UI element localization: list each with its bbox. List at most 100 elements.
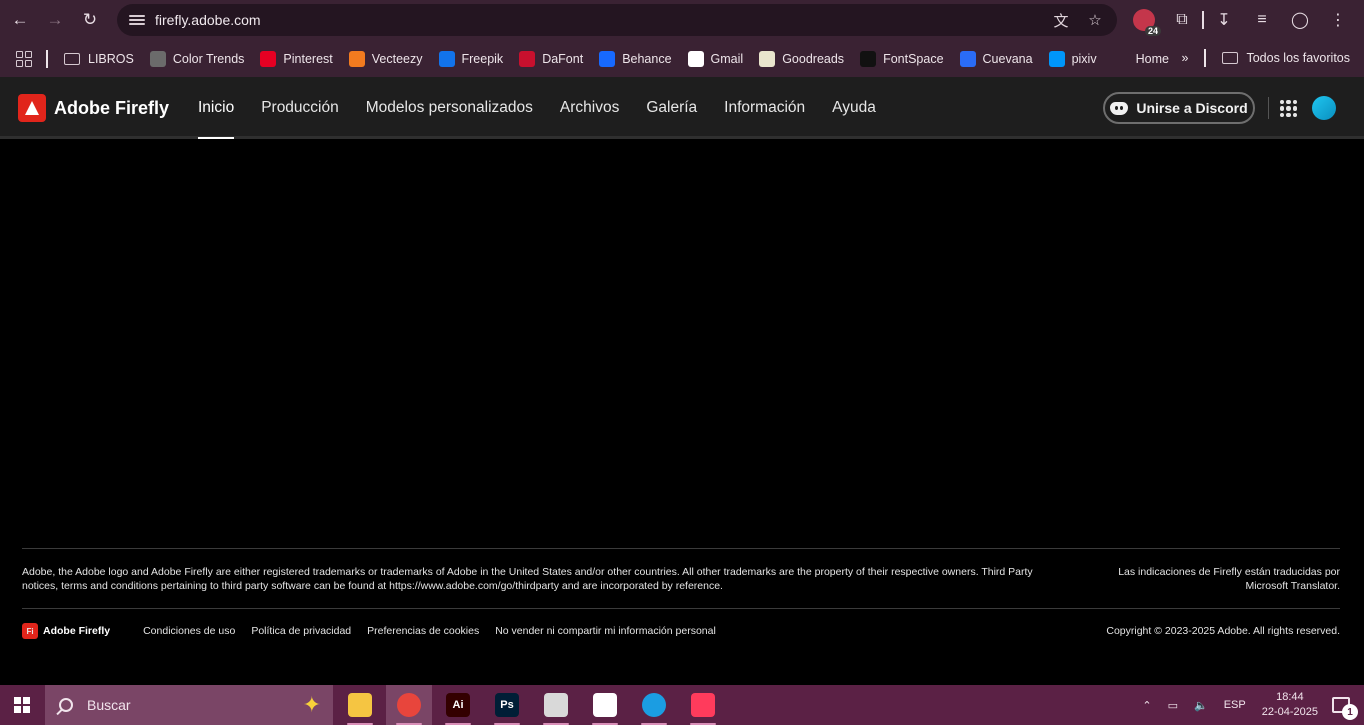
translator-notice: Las indicaciones de Firefly están traduc… [1118, 566, 1340, 592]
system-tray: ⌃ ▭ 🔈 ESP 18:44 22-04-2025 1 [1142, 685, 1364, 725]
extensions-puzzle-icon[interactable]: ⧉ [1164, 4, 1200, 36]
folder-icon [64, 52, 80, 65]
url-text[interactable]: firefly.adobe.com [155, 12, 261, 28]
taskbar-app-app-knot[interactable] [582, 685, 628, 725]
bookmark-label: Color Trends [172, 51, 245, 66]
show-hidden-icons-icon[interactable]: ⌃ [1142, 699, 1151, 712]
bookmark-label: Goodreads [782, 51, 845, 66]
bookmark-vecteezy[interactable]: Vecteezy [341, 45, 431, 73]
illustrator-icon: Ai [446, 693, 470, 717]
bookmark-cuevana[interactable]: Cuevana [952, 45, 1041, 73]
bookmark-goodreads[interactable]: Goodreads [751, 45, 852, 73]
nav-ayuda[interactable]: Ayuda [832, 77, 876, 139]
taskbar-app-illustrator[interactable]: Ai [435, 685, 481, 725]
all-bookmarks-folder[interactable]: Todos los favoritos [1214, 44, 1358, 72]
reload-button[interactable]: ↻ [75, 5, 105, 35]
bookmark-behance[interactable]: Behance [591, 45, 679, 73]
profile-icon[interactable]: ◯ [1282, 4, 1318, 36]
bookmark-star-icon[interactable]: ☆ [1085, 10, 1105, 30]
bookmark-libros[interactable]: LIBROS [56, 45, 142, 73]
all-bookmarks-label: Todos los favoritos [1246, 51, 1350, 65]
app-switcher-icon[interactable] [1280, 100, 1297, 117]
notification-center-icon[interactable]: 1 [1332, 697, 1358, 720]
bookmark-label: pixiv [1071, 51, 1097, 66]
site-settings-icon[interactable] [129, 12, 145, 28]
brand-name: Adobe Firefly [54, 97, 170, 118]
taskbar-app-creative-cloud[interactable] [680, 685, 726, 725]
bookmark-label: FontSpace [883, 51, 944, 66]
taskbar-app-file-explorer[interactable] [337, 685, 383, 725]
join-discord-button[interactable]: Unirse a Discord [1103, 92, 1255, 124]
footer-link[interactable]: No vender ni compartir mi información pe… [495, 625, 716, 637]
chrome-icon [397, 693, 421, 717]
taskbar-app-chrome[interactable] [386, 685, 432, 725]
extension-button[interactable]: 24 [1126, 4, 1162, 36]
home-t-icon [1112, 50, 1129, 67]
nav-información[interactable]: Información [724, 77, 805, 139]
behance-icon [599, 50, 616, 67]
bookmark-label: Freepik [461, 51, 504, 66]
header-divider [1268, 97, 1269, 119]
volume-muted-icon[interactable]: 🔈 [1194, 699, 1208, 712]
clock-date: 22-04-2025 [1261, 706, 1318, 718]
nav-archivos[interactable]: Archivos [560, 77, 619, 139]
user-avatar[interactable] [1312, 96, 1336, 120]
creative-cloud-icon [691, 693, 715, 717]
bookmark-gmail[interactable]: Gmail [680, 45, 752, 73]
bookmark-pinterest[interactable]: Pinterest [252, 45, 340, 73]
taskbar: Buscar ✦ Ai Ps ⌃ ▭ 🔈 ESP 18:44 22-04-2025… [0, 685, 1364, 725]
legal-notice: Adobe, the Adobe logo and Adobe Firefly … [22, 566, 1033, 592]
nav-galería[interactable]: Galería [646, 77, 697, 139]
bookmark-label: Home [1135, 51, 1169, 66]
more-bookmarks-button[interactable]: » [1174, 44, 1197, 72]
footer-link[interactable]: Condiciones de uso [143, 625, 235, 637]
bookmarks-divider [46, 49, 48, 68]
footer-brand: Adobe Firefly [43, 625, 111, 637]
file-explorer-icon [348, 693, 372, 717]
bookmark-freepik[interactable]: Freepik [431, 45, 512, 73]
browser-menu-icon[interactable]: ⋮ [1320, 4, 1356, 36]
adobe-firefly-logo[interactable]: Adobe Firefly [18, 94, 169, 122]
nav-producción[interactable]: Producción [261, 77, 339, 139]
firefly-mark-icon: Fi [22, 623, 38, 639]
nav-inicio[interactable]: Inicio [198, 77, 235, 139]
adobe-logo-icon [18, 94, 46, 122]
footer-link[interactable]: Política de privacidad [251, 625, 351, 637]
translate-icon[interactable]: 文 [1051, 10, 1071, 30]
apps-grid-icon[interactable] [16, 50, 32, 67]
edge-icon [642, 693, 666, 717]
windows-start-icon[interactable] [14, 697, 30, 713]
discord-icon [1110, 101, 1129, 115]
taskbar-app-edge[interactable] [631, 685, 677, 725]
taskbar-app-photoshop[interactable]: Ps [484, 685, 530, 725]
bookmark-pixiv[interactable]: pixiv [1041, 45, 1105, 73]
forward-button[interactable]: → [40, 5, 70, 35]
copyright: Copyright © 2023-2025 Adobe. All rights … [1106, 625, 1340, 637]
page-footer: Adobe, the Adobe logo and Adobe Firefly … [22, 548, 1340, 639]
app-spiral-icon [544, 693, 568, 717]
bookmarks-divider [1204, 49, 1207, 67]
bookmark-color-trends[interactable]: Color Trends [142, 45, 253, 73]
google-icon [687, 50, 704, 67]
vecteezy-icon [348, 50, 365, 67]
bookmark-fontspace[interactable]: FontSpace [852, 45, 951, 73]
media-control-icon[interactable]: ≡ [1244, 4, 1280, 36]
taskbar-search[interactable]: Buscar ✦ [45, 685, 333, 725]
address-bar[interactable]: firefly.adobe.com 文 ☆ [117, 4, 1117, 36]
dafont-icon [519, 50, 536, 67]
bookmark-label: Gmail [710, 51, 744, 66]
back-button[interactable]: ← [5, 5, 35, 35]
downloads-icon[interactable]: ↧ [1206, 4, 1242, 36]
clock[interactable]: 18:44 22-04-2025 [1262, 690, 1318, 720]
notification-count: 1 [1342, 704, 1358, 720]
bookmark-list: LIBROS Color Trends Pinterest Vecteezy Freep… [56, 45, 1177, 73]
language-indicator[interactable]: ESP [1224, 699, 1246, 711]
battery-icon[interactable]: ▭ [1168, 699, 1178, 712]
taskbar-app-app-spiral[interactable] [533, 685, 579, 725]
nav-modelos-personalizados[interactable]: Modelos personalizados [366, 77, 533, 139]
bookmark-dafont[interactable]: DaFont [511, 45, 591, 73]
toolbar-divider [1202, 11, 1204, 29]
footer-link[interactable]: Preferencias de cookies [367, 625, 479, 637]
bookmark-home[interactable]: Home [1105, 45, 1177, 73]
freepik-icon [438, 50, 455, 67]
